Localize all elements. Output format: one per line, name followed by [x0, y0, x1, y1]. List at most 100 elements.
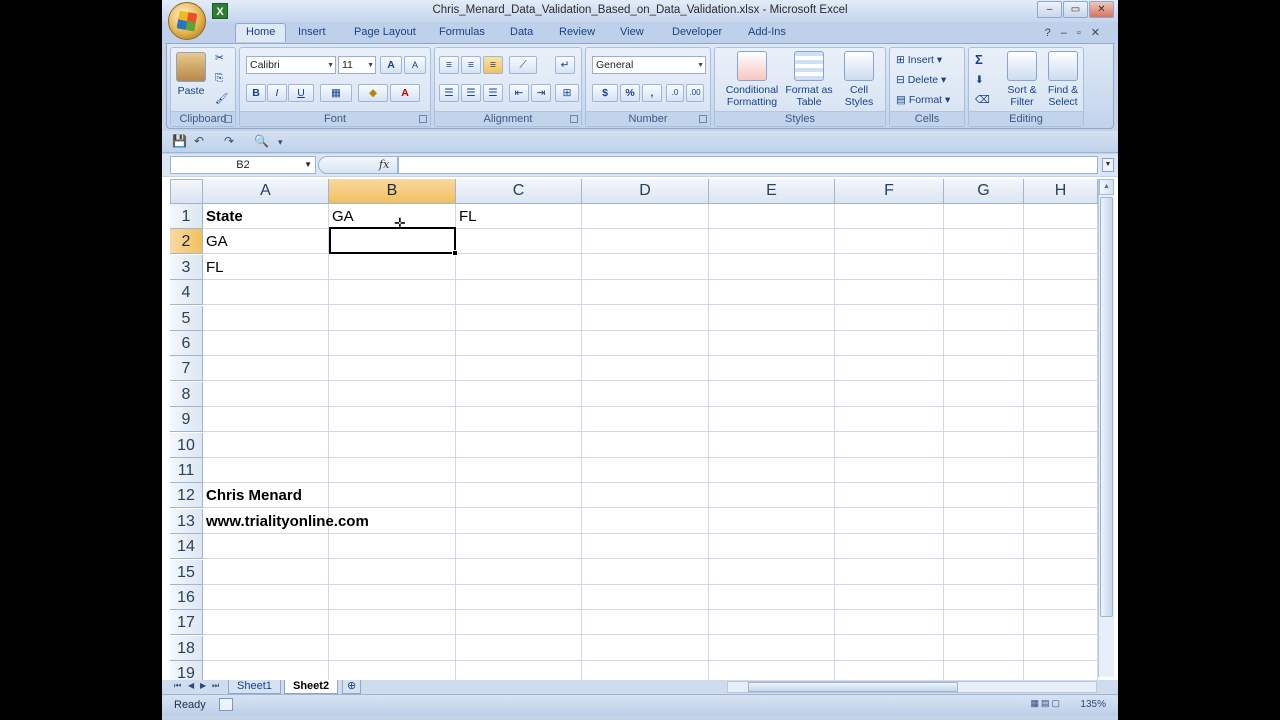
delete-cells-button[interactable]: ⊟ Delete ▾: [896, 74, 946, 86]
autosum-button[interactable]: Σ: [975, 52, 983, 67]
column-header-h[interactable]: H: [1024, 179, 1098, 204]
vertical-scrollbar[interactable]: ▲: [1098, 179, 1114, 677]
copy-icon[interactable]: ⎘: [215, 72, 223, 85]
column-header-e[interactable]: E: [709, 179, 835, 204]
row-header-9[interactable]: 9: [170, 407, 203, 432]
last-sheet-icon[interactable]: ⏭: [212, 681, 219, 691]
horizontal-scroll-thumb[interactable]: [748, 682, 958, 692]
shrink-font-button[interactable]: A: [404, 56, 426, 74]
active-cell-b2[interactable]: [329, 227, 458, 256]
redo-icon[interactable]: ↷: [224, 134, 234, 148]
column-header-a[interactable]: A: [203, 179, 329, 204]
cell-a1[interactable]: State: [203, 204, 243, 229]
name-box[interactable]: B2 ▼: [170, 156, 316, 174]
row-header-15[interactable]: 15: [170, 560, 203, 585]
row-header-11[interactable]: 11: [170, 458, 203, 483]
underline-button[interactable]: U: [288, 84, 314, 102]
zoom-level[interactable]: 135%: [1080, 699, 1106, 710]
tab-view[interactable]: View: [620, 26, 644, 38]
merge-center-button[interactable]: ⊞: [555, 84, 579, 102]
tab-add-ins[interactable]: Add-Ins: [748, 26, 786, 38]
align-center-button[interactable]: ☰: [461, 84, 481, 102]
scroll-up-icon[interactable]: ▲: [1099, 179, 1114, 195]
clear-icon[interactable]: ⌫: [975, 94, 990, 106]
decrease-decimal-button[interactable]: .00: [686, 84, 704, 102]
format-as-table-button[interactable]: Format as Table: [785, 51, 833, 108]
find-select-button[interactable]: Find & Select: [1043, 51, 1083, 108]
font-size-combo[interactable]: 11 ▼: [338, 56, 376, 74]
vertical-scroll-thumb[interactable]: [1100, 197, 1113, 617]
row-header-19[interactable]: 19: [170, 661, 203, 680]
customize-qat-icon[interactable]: ▾: [278, 137, 283, 148]
increase-decimal-button[interactable]: .0: [666, 84, 684, 102]
row-header-8[interactable]: 8: [170, 382, 203, 407]
horizontal-scrollbar[interactable]: [727, 681, 1097, 693]
format-cells-button[interactable]: ▤ Format ▾: [896, 94, 950, 106]
help-and-workbook-controls[interactable]: ?–▫✕: [1045, 26, 1110, 39]
font-launcher[interactable]: [419, 115, 427, 123]
office-button[interactable]: [168, 2, 206, 40]
tab-page-layout[interactable]: Page Layout: [354, 26, 416, 38]
sort-filter-button[interactable]: Sort & Filter: [1003, 51, 1041, 108]
row-header-4[interactable]: 4: [170, 280, 203, 305]
minimize-button[interactable]: –: [1037, 1, 1062, 18]
align-right-button[interactable]: ☰: [483, 84, 503, 102]
borders-button[interactable]: ▦: [320, 84, 352, 102]
row-header-2[interactable]: 2: [170, 229, 203, 254]
expand-formula-bar-button[interactable]: ▼: [1102, 158, 1114, 172]
format-painter-icon[interactable]: 🖌: [215, 92, 228, 105]
row-header-7[interactable]: 7: [170, 356, 203, 381]
wrap-text-button[interactable]: ↵: [555, 56, 575, 74]
bold-button[interactable]: B: [246, 84, 266, 102]
align-middle-button[interactable]: ≡: [461, 56, 481, 74]
worksheet-grid[interactable]: A B C D E F G H 1 2 3 4 5 6 7 8 9 10 11 12 13 14 15 16 17 18 19 St…: [162, 177, 1118, 680]
cell-a13[interactable]: www.trialityonline.com: [203, 509, 369, 534]
cell-a2[interactable]: GA: [203, 229, 228, 254]
conditional-formatting-button[interactable]: Conditional Formatting: [721, 51, 783, 108]
number-format-combo[interactable]: General ▼: [592, 56, 706, 74]
macro-record-icon[interactable]: [219, 698, 233, 711]
cell-c1[interactable]: FL: [456, 204, 477, 229]
row-header-18[interactable]: 18: [170, 636, 203, 661]
fill-handle[interactable]: [452, 250, 458, 256]
insert-function-button[interactable]: fx: [379, 158, 389, 171]
decrease-indent-button[interactable]: ⇤: [509, 84, 529, 102]
currency-button[interactable]: $: [592, 84, 618, 102]
cell-a3[interactable]: FL: [203, 255, 224, 280]
maximize-button[interactable]: ▭: [1063, 1, 1088, 18]
column-header-c[interactable]: C: [456, 179, 582, 204]
insert-sheet-button[interactable]: ⊕: [342, 680, 362, 694]
align-left-button[interactable]: ☰: [439, 84, 459, 102]
undo-icon[interactable]: ↶: [194, 134, 204, 148]
formula-input[interactable]: [398, 156, 1098, 174]
tab-data[interactable]: Data: [510, 26, 533, 38]
print-preview-icon[interactable]: 🔍: [254, 134, 269, 148]
italic-button[interactable]: I: [267, 84, 287, 102]
tab-home[interactable]: Home: [235, 23, 287, 42]
insert-cells-button[interactable]: ⊞ Insert ▾: [896, 54, 942, 66]
column-header-b[interactable]: B: [329, 179, 456, 204]
row-header-12[interactable]: 12: [170, 483, 203, 508]
tab-review[interactable]: Review: [559, 26, 595, 38]
row-header-14[interactable]: 14: [170, 534, 203, 559]
cell-a12[interactable]: Chris Menard: [203, 483, 302, 508]
tab-developer[interactable]: Developer: [672, 26, 722, 38]
view-buttons[interactable]: ▦▤▢: [1030, 698, 1062, 709]
row-header-6[interactable]: 6: [170, 331, 203, 356]
alignment-launcher[interactable]: [570, 115, 578, 123]
number-launcher[interactable]: [699, 115, 707, 123]
column-header-f[interactable]: F: [835, 179, 944, 204]
first-sheet-icon[interactable]: ⏮: [174, 681, 181, 691]
fill-icon[interactable]: ⬇: [975, 74, 984, 86]
row-header-5[interactable]: 5: [170, 306, 203, 331]
font-color-button[interactable]: A: [390, 84, 420, 102]
grow-font-button[interactable]: A: [380, 56, 402, 74]
align-top-button[interactable]: ≡: [439, 56, 459, 74]
align-bottom-button[interactable]: ≡: [483, 56, 503, 74]
comma-button[interactable]: ,: [642, 84, 662, 102]
sheet-tab-sheet1[interactable]: Sheet1: [228, 680, 281, 694]
fill-color-button[interactable]: ◆: [358, 84, 388, 102]
select-all-button[interactable]: [170, 179, 203, 204]
row-header-17[interactable]: 17: [170, 610, 203, 635]
font-name-combo[interactable]: Calibri ▼: [246, 56, 336, 74]
